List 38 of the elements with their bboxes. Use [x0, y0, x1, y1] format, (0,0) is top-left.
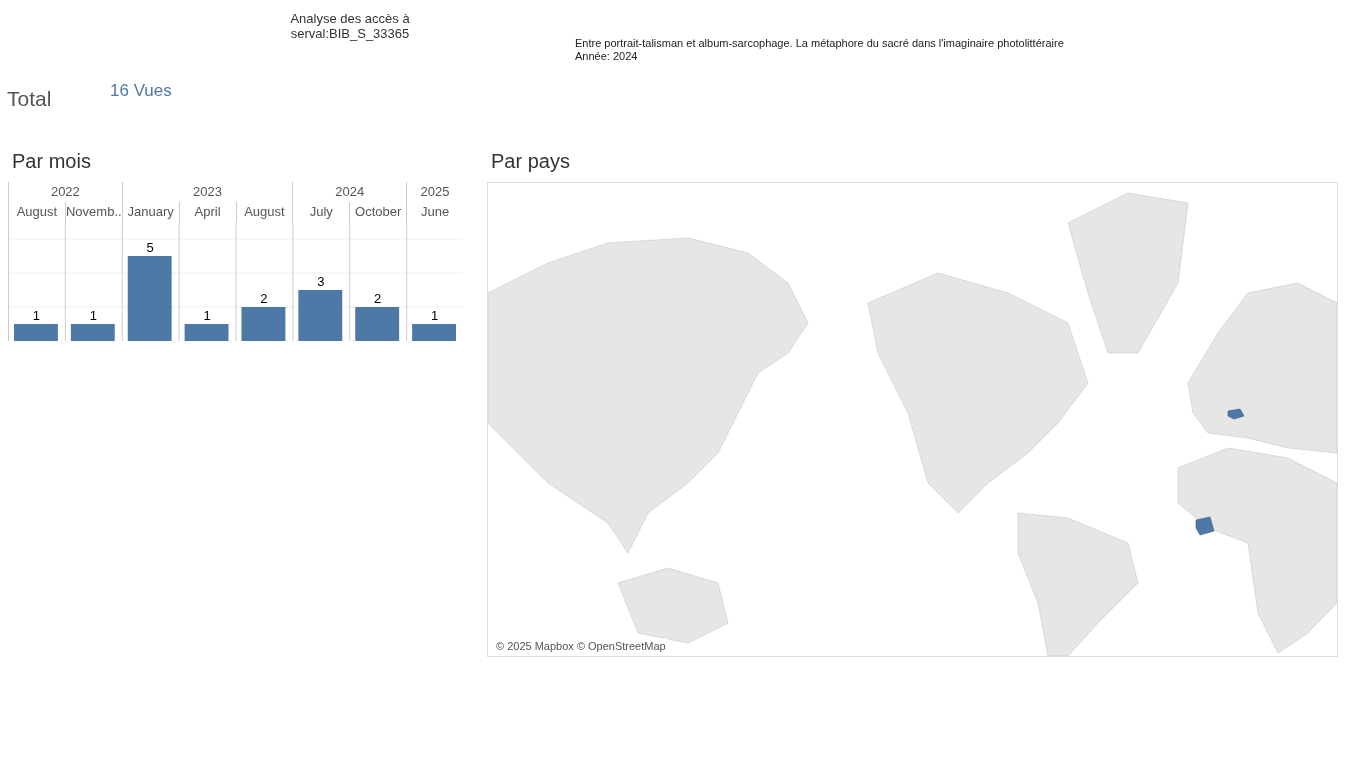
month-label: October: [355, 204, 402, 219]
bar-value-label: 3: [317, 274, 325, 289]
month-label: August: [244, 204, 285, 219]
bar-value-label: 2: [260, 291, 268, 306]
bar: [241, 307, 286, 341]
highlighted-country: [1195, 516, 1215, 536]
bar-value-label: 1: [32, 308, 41, 323]
month-label: January: [127, 204, 174, 219]
section-title: Par mois: [11, 149, 92, 174]
bar-value-label: 2: [374, 291, 382, 306]
report-title: Analyse des accès à: [290, 11, 410, 26]
year-label: 2024: [335, 184, 365, 199]
highlighted-country: [1227, 408, 1245, 420]
bar-value-label: 1: [430, 308, 439, 323]
total-value: 16 Vues: [110, 80, 172, 102]
total-label: Total: [7, 88, 53, 110]
month-label: June: [420, 204, 450, 219]
bar-value-label: 1: [203, 308, 211, 323]
bar: [14, 324, 58, 341]
bar: [70, 324, 115, 341]
year-label: 2025: [420, 184, 450, 199]
month-label: April: [194, 204, 221, 219]
bar: [412, 324, 456, 341]
month-label: August: [16, 204, 58, 219]
document-title: Entre portrait-talisman et album-sarcophage. La métaphore du sacré dans l'imaginaire photolittéraire: [575, 37, 1064, 50]
map-attribution: © 2025 Mapbox © OpenStreetMap: [494, 637, 668, 654]
bar: [355, 307, 400, 341]
year-text: Année: 2024: [575, 50, 639, 63]
month-label: July: [309, 204, 333, 219]
month-label: Novemb..: [66, 204, 122, 219]
section-title: Par pays: [490, 149, 571, 174]
report-identifier: serval:BIB_S_33365: [290, 26, 410, 41]
bar: [184, 324, 229, 341]
bar-value-label: 5: [146, 240, 154, 255]
year-label: 2023: [193, 184, 222, 199]
year-label: 2022: [50, 184, 80, 199]
bar-value-label: 1: [89, 308, 97, 323]
bar: [298, 290, 343, 341]
